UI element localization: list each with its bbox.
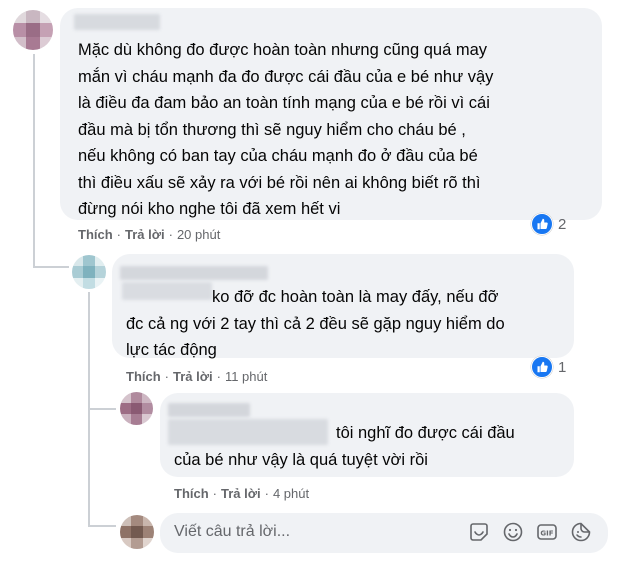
reply-button[interactable]: Trả lời: [173, 369, 213, 384]
comment-actions: Thích · Trả lời · 11 phút: [126, 369, 268, 384]
author-name[interactable]: [168, 403, 250, 417]
reply-input[interactable]: Viết câu trả lời... GIF: [160, 513, 608, 553]
reaction-summary[interactable]: 1: [531, 356, 566, 378]
timestamp[interactable]: 20 phút: [177, 227, 220, 242]
sticker-icon[interactable]: [468, 521, 490, 543]
thread-line: [88, 525, 116, 527]
timestamp[interactable]: 4 phút: [273, 486, 309, 501]
thread-line: [88, 408, 116, 410]
current-user-avatar: [120, 515, 154, 549]
gif-icon[interactable]: GIF: [536, 521, 558, 543]
svg-text:GIF: GIF: [540, 530, 553, 538]
reply-button[interactable]: Trả lời: [221, 486, 261, 501]
like-icon: [531, 356, 553, 378]
like-button[interactable]: Thích: [174, 486, 209, 501]
comment-text: Mặc dù không đo được hoàn toàn nhưng cũn…: [78, 41, 494, 218]
like-button[interactable]: Thích: [78, 227, 113, 242]
author-name[interactable]: [74, 14, 160, 30]
comment-bubble: Mặc dù không đo được hoàn toàn nhưng cũn…: [60, 8, 602, 220]
emoji-icon[interactable]: [502, 521, 524, 543]
comment-bubble: ko đỡ đc hoàn toàn là may đấy, nếu đỡ đc…: [112, 254, 574, 359]
avatar[interactable]: [13, 10, 53, 50]
like-button[interactable]: Thích: [126, 369, 161, 384]
like-icon: [531, 213, 553, 235]
reaction-count: 1: [558, 358, 567, 376]
comment-text: tôi nghĩ đo được cái đầu của bé như vậy …: [174, 424, 515, 469]
thread-line: [33, 266, 69, 268]
comment-bubble: tôi nghĩ đo được cái đầu của bé như vậy …: [160, 393, 574, 477]
sticker-face-icon[interactable]: [570, 521, 592, 543]
reaction-summary[interactable]: 2: [531, 213, 566, 235]
comment-actions: Thích · Trả lời · 20 phút: [78, 227, 221, 242]
thread-line: [33, 54, 35, 268]
reaction-count: 2: [558, 215, 567, 233]
reply-placeholder: Viết câu trả lời...: [174, 523, 291, 540]
avatar[interactable]: [120, 392, 153, 425]
comment-text: ko đỡ đc hoàn toàn là may đấy, nếu đỡ đc…: [126, 288, 505, 359]
comment-actions: Thích · Trả lời · 4 phút: [174, 486, 310, 501]
reply-button[interactable]: Trả lời: [125, 227, 165, 242]
author-name[interactable]: [120, 266, 268, 280]
avatar[interactable]: [72, 255, 106, 289]
timestamp[interactable]: 11 phút: [225, 369, 267, 384]
